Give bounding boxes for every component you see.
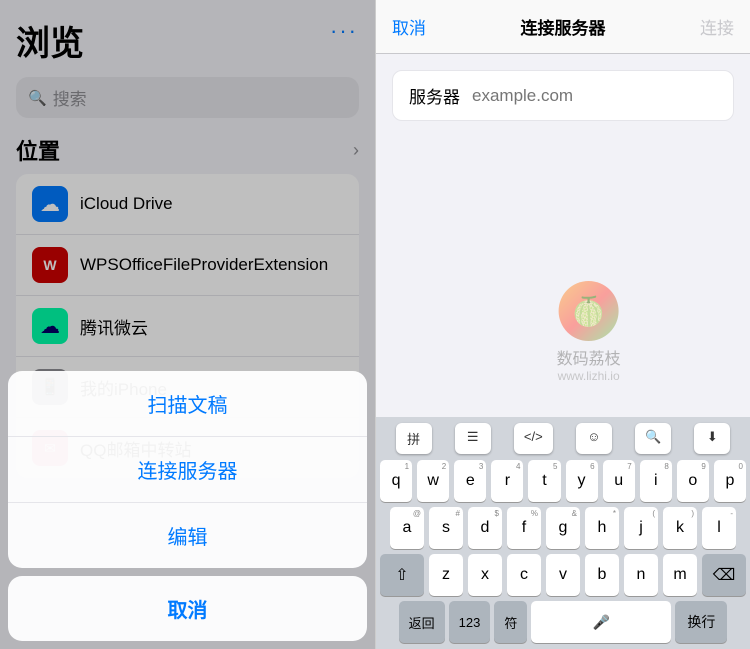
kb-delete-key[interactable]: ⌫ bbox=[702, 554, 746, 596]
kb-key-w[interactable]: 2w bbox=[417, 460, 449, 502]
kb-key-b[interactable]: b bbox=[585, 554, 619, 596]
kb-key-y[interactable]: 6y bbox=[566, 460, 598, 502]
kb-tool-menu[interactable]: ☰ bbox=[455, 423, 491, 454]
kb-numbers-button[interactable]: 123 bbox=[449, 601, 491, 643]
server-label: 服务器 bbox=[409, 83, 460, 108]
kb-newline-button[interactable]: 换行 bbox=[675, 601, 727, 643]
kb-key-u[interactable]: 7u bbox=[603, 460, 635, 502]
right-panel: 取消 连接服务器 连接 服务器 🍈 数码荔枝 www.lizhi.io 拼 ☰ … bbox=[375, 0, 750, 649]
kb-key-t[interactable]: 5t bbox=[528, 460, 560, 502]
kb-key-a[interactable]: @a bbox=[390, 507, 424, 549]
kb-key-c[interactable]: c bbox=[507, 554, 541, 596]
kb-row-1: 1q 2w 3e 4r 5t 6y 7u 8i 9o 0p bbox=[380, 460, 746, 502]
kb-tool-search[interactable]: 🔍 bbox=[635, 423, 671, 454]
server-input-row: 服务器 bbox=[392, 70, 734, 121]
server-input[interactable] bbox=[472, 86, 717, 106]
keyboard: 拼 ☰ </> ☺ 🔍 ⬇ 1q 2w 3e 4r 5t 6y 7u 8i 9o… bbox=[376, 417, 750, 649]
kb-key-d[interactable]: $d bbox=[468, 507, 502, 549]
edit-button[interactable]: 编辑 bbox=[8, 503, 367, 568]
cancel-nav-button[interactable]: 取消 bbox=[392, 14, 426, 39]
kb-mic-key[interactable]: 🎤 bbox=[531, 601, 671, 643]
scan-doc-button[interactable]: 扫描文稿 bbox=[8, 371, 367, 437]
kb-key-p[interactable]: 0p bbox=[714, 460, 746, 502]
kb-key-r[interactable]: 4r bbox=[491, 460, 523, 502]
kb-key-g[interactable]: &g bbox=[546, 507, 580, 549]
kb-key-i[interactable]: 8i bbox=[640, 460, 672, 502]
watermark: 🍈 数码荔枝 www.lizhi.io bbox=[557, 281, 621, 383]
connect-server-button[interactable]: 连接服务器 bbox=[8, 437, 367, 503]
kb-bottom-row: 返回 123 符 🎤 换行 bbox=[380, 601, 746, 643]
kb-tool-emoji[interactable]: ☺ bbox=[576, 423, 612, 454]
watermark-text2: www.lizhi.io bbox=[558, 369, 620, 383]
kb-key-m[interactable]: m bbox=[663, 554, 697, 596]
kb-key-j[interactable]: (j bbox=[624, 507, 658, 549]
kb-key-v[interactable]: v bbox=[546, 554, 580, 596]
kb-symbols-button[interactable]: 符 bbox=[494, 601, 527, 643]
kb-shift-key[interactable]: ⇧ bbox=[380, 554, 424, 596]
left-panel: 浏览 ··· 🔍 搜索 位置 › ☁ iCloud Drive W WPSOff… bbox=[0, 0, 375, 649]
kb-key-l[interactable]: -l bbox=[702, 507, 736, 549]
watermark-logo: 🍈 bbox=[559, 281, 619, 341]
kb-tool-pinyin[interactable]: 拼 bbox=[396, 423, 432, 454]
connect-nav: 取消 连接服务器 连接 bbox=[376, 0, 750, 54]
kb-key-x[interactable]: x bbox=[468, 554, 502, 596]
connect-button[interactable]: 连接 bbox=[700, 14, 734, 39]
kb-key-h[interactable]: *h bbox=[585, 507, 619, 549]
kb-tool-collapse[interactable]: ⬇ bbox=[694, 423, 730, 454]
kb-key-f[interactable]: %f bbox=[507, 507, 541, 549]
cancel-button[interactable]: 取消 bbox=[8, 576, 367, 641]
watermark-text1: 数码荔枝 bbox=[557, 345, 621, 369]
kb-key-o[interactable]: 9o bbox=[677, 460, 709, 502]
connect-server-title: 连接服务器 bbox=[521, 14, 606, 39]
kb-key-e[interactable]: 3e bbox=[454, 460, 486, 502]
kb-row-2: @a #s $d %f &g *h (j )k -l bbox=[380, 507, 746, 549]
kb-tool-code[interactable]: </> bbox=[514, 423, 553, 454]
kb-key-s[interactable]: #s bbox=[429, 507, 463, 549]
action-sheet-overlay: 扫描文稿 连接服务器 编辑 取消 bbox=[0, 0, 375, 649]
kb-key-n[interactable]: n bbox=[624, 554, 658, 596]
kb-key-z[interactable]: z bbox=[429, 554, 463, 596]
kb-row-3: ⇧ z x c v b n m ⌫ bbox=[380, 554, 746, 596]
action-group: 扫描文稿 连接服务器 编辑 bbox=[8, 371, 367, 568]
kb-key-q[interactable]: 1q bbox=[380, 460, 412, 502]
kb-return-button[interactable]: 返回 bbox=[399, 601, 445, 643]
right-spacer: 🍈 数码荔枝 www.lizhi.io bbox=[376, 121, 750, 417]
kb-key-k[interactable]: )k bbox=[663, 507, 697, 549]
keyboard-toolbar: 拼 ☰ </> ☺ 🔍 ⬇ bbox=[380, 423, 746, 454]
